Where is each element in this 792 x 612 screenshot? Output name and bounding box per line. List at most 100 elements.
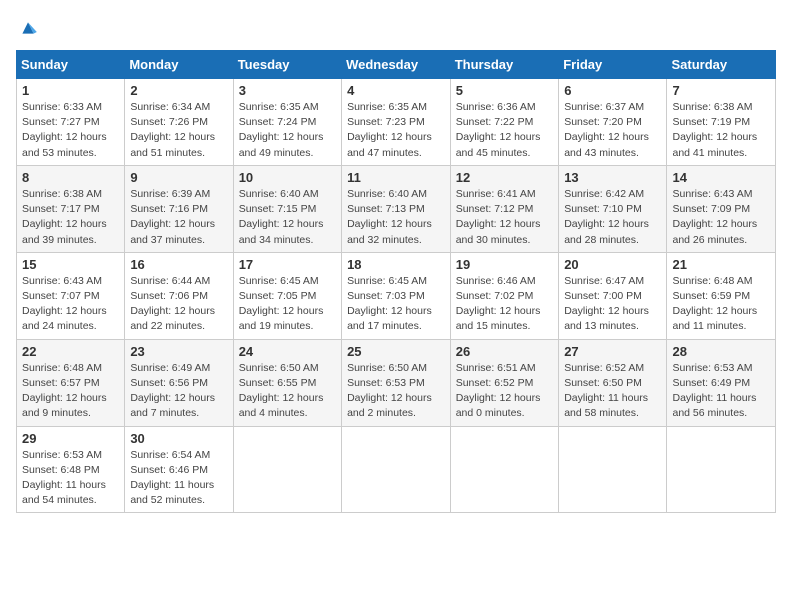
day-info: Sunrise: 6:50 AM Sunset: 6:55 PM Dayligh…	[239, 361, 336, 422]
calendar-day-header: Thursday	[450, 51, 558, 79]
day-info: Sunrise: 6:51 AM Sunset: 6:52 PM Dayligh…	[456, 361, 553, 422]
calendar-cell: 3 Sunrise: 6:35 AM Sunset: 7:24 PM Daylig…	[233, 79, 341, 166]
day-number: 12	[456, 170, 553, 185]
day-number: 29	[22, 431, 119, 446]
day-info: Sunrise: 6:35 AM Sunset: 7:23 PM Dayligh…	[347, 100, 445, 161]
calendar-cell	[342, 426, 451, 513]
calendar-cell: 12 Sunrise: 6:41 AM Sunset: 7:12 PM Dayli…	[450, 165, 558, 252]
calendar-day-header: Sunday	[17, 51, 125, 79]
day-number: 17	[239, 257, 336, 272]
day-number: 1	[22, 83, 119, 98]
day-number: 21	[672, 257, 770, 272]
day-number: 9	[130, 170, 227, 185]
day-number: 11	[347, 170, 445, 185]
calendar-header-row: SundayMondayTuesdayWednesdayThursdayFrid…	[17, 51, 776, 79]
calendar-week-row: 29 Sunrise: 6:53 AM Sunset: 6:48 PM Dayli…	[17, 426, 776, 513]
day-number: 6	[564, 83, 661, 98]
calendar-cell	[450, 426, 558, 513]
calendar-cell: 16 Sunrise: 6:44 AM Sunset: 7:06 PM Dayli…	[125, 252, 233, 339]
day-info: Sunrise: 6:54 AM Sunset: 6:46 PM Dayligh…	[130, 448, 227, 509]
day-info: Sunrise: 6:50 AM Sunset: 6:53 PM Dayligh…	[347, 361, 445, 422]
day-info: Sunrise: 6:53 AM Sunset: 6:49 PM Dayligh…	[672, 361, 770, 422]
calendar-week-row: 1 Sunrise: 6:33 AM Sunset: 7:27 PM Daylig…	[17, 79, 776, 166]
day-number: 26	[456, 344, 553, 359]
calendar-cell: 4Sunrise: 6:35 AM Sunset: 7:23 PM Daylig…	[342, 79, 451, 166]
day-number: 19	[456, 257, 553, 272]
day-number: 28	[672, 344, 770, 359]
day-info: Sunrise: 6:45 AM Sunset: 7:05 PM Dayligh…	[239, 274, 336, 335]
calendar-day-header: Monday	[125, 51, 233, 79]
day-info: Sunrise: 6:34 AM Sunset: 7:26 PM Dayligh…	[130, 100, 227, 161]
calendar-cell: 7 Sunrise: 6:38 AM Sunset: 7:19 PM Daylig…	[667, 79, 776, 166]
day-number: 14	[672, 170, 770, 185]
day-number: 24	[239, 344, 336, 359]
day-info: Sunrise: 6:42 AM Sunset: 7:10 PM Dayligh…	[564, 187, 661, 248]
calendar-day-header: Saturday	[667, 51, 776, 79]
day-info: Sunrise: 6:47 AM Sunset: 7:00 PM Dayligh…	[564, 274, 661, 335]
calendar-week-row: 22 Sunrise: 6:48 AM Sunset: 6:57 PM Dayli…	[17, 339, 776, 426]
day-number: 5	[456, 83, 553, 98]
calendar-day-header: Tuesday	[233, 51, 341, 79]
day-number: 10	[239, 170, 336, 185]
calendar-cell: 8Sunrise: 6:38 AM Sunset: 7:17 PM Daylig…	[17, 165, 125, 252]
calendar-day-header: Friday	[559, 51, 667, 79]
day-info: Sunrise: 6:48 AM Sunset: 6:59 PM Dayligh…	[672, 274, 770, 335]
day-info: Sunrise: 6:33 AM Sunset: 7:27 PM Dayligh…	[22, 100, 119, 161]
calendar-cell	[233, 426, 341, 513]
page-header	[16, 16, 776, 40]
calendar-cell: 23Sunrise: 6:49 AM Sunset: 6:56 PM Dayli…	[125, 339, 233, 426]
day-info: Sunrise: 6:43 AM Sunset: 7:09 PM Dayligh…	[672, 187, 770, 248]
day-info: Sunrise: 6:39 AM Sunset: 7:16 PM Dayligh…	[130, 187, 227, 248]
day-info: Sunrise: 6:38 AM Sunset: 7:19 PM Dayligh…	[672, 100, 770, 161]
day-number: 16	[130, 257, 227, 272]
calendar-cell: 22 Sunrise: 6:48 AM Sunset: 6:57 PM Dayli…	[17, 339, 125, 426]
calendar-cell: 27 Sunrise: 6:52 AM Sunset: 6:50 PM Dayli…	[559, 339, 667, 426]
day-number: 22	[22, 344, 119, 359]
calendar-cell: 6 Sunrise: 6:37 AM Sunset: 7:20 PM Daylig…	[559, 79, 667, 166]
day-info: Sunrise: 6:40 AM Sunset: 7:15 PM Dayligh…	[239, 187, 336, 248]
calendar-cell: 26 Sunrise: 6:51 AM Sunset: 6:52 PM Dayli…	[450, 339, 558, 426]
calendar-cell: 25 Sunrise: 6:50 AM Sunset: 6:53 PM Dayli…	[342, 339, 451, 426]
calendar-cell: 20 Sunrise: 6:47 AM Sunset: 7:00 PM Dayli…	[559, 252, 667, 339]
calendar-cell: 9 Sunrise: 6:39 AM Sunset: 7:16 PM Daylig…	[125, 165, 233, 252]
day-info: Sunrise: 6:37 AM Sunset: 7:20 PM Dayligh…	[564, 100, 661, 161]
day-number: 3	[239, 83, 336, 98]
day-info: Sunrise: 6:38 AM Sunset: 7:17 PM Dayligh…	[22, 187, 119, 248]
day-info: Sunrise: 6:44 AM Sunset: 7:06 PM Dayligh…	[130, 274, 227, 335]
day-info: Sunrise: 6:35 AM Sunset: 7:24 PM Dayligh…	[239, 100, 336, 161]
day-info: Sunrise: 6:46 AM Sunset: 7:02 PM Dayligh…	[456, 274, 553, 335]
calendar-cell: 30Sunrise: 6:54 AM Sunset: 6:46 PM Dayli…	[125, 426, 233, 513]
logo	[16, 16, 44, 40]
day-info: Sunrise: 6:41 AM Sunset: 7:12 PM Dayligh…	[456, 187, 553, 248]
day-info: Sunrise: 6:36 AM Sunset: 7:22 PM Dayligh…	[456, 100, 553, 161]
calendar-cell: 11Sunrise: 6:40 AM Sunset: 7:13 PM Dayli…	[342, 165, 451, 252]
calendar-cell: 29 Sunrise: 6:53 AM Sunset: 6:48 PM Dayli…	[17, 426, 125, 513]
day-info: Sunrise: 6:52 AM Sunset: 6:50 PM Dayligh…	[564, 361, 661, 422]
calendar-cell: 2 Sunrise: 6:34 AM Sunset: 7:26 PM Daylig…	[125, 79, 233, 166]
day-info: Sunrise: 6:53 AM Sunset: 6:48 PM Dayligh…	[22, 448, 119, 509]
logo-icon	[16, 16, 40, 40]
calendar-week-row: 8Sunrise: 6:38 AM Sunset: 7:17 PM Daylig…	[17, 165, 776, 252]
day-number: 20	[564, 257, 661, 272]
calendar-week-row: 15 Sunrise: 6:43 AM Sunset: 7:07 PM Dayli…	[17, 252, 776, 339]
calendar-cell: 13Sunrise: 6:42 AM Sunset: 7:10 PM Dayli…	[559, 165, 667, 252]
day-number: 2	[130, 83, 227, 98]
day-info: Sunrise: 6:45 AM Sunset: 7:03 PM Dayligh…	[347, 274, 445, 335]
calendar-cell: 10 Sunrise: 6:40 AM Sunset: 7:15 PM Dayli…	[233, 165, 341, 252]
calendar-cell: 28 Sunrise: 6:53 AM Sunset: 6:49 PM Dayli…	[667, 339, 776, 426]
day-number: 7	[672, 83, 770, 98]
day-info: Sunrise: 6:48 AM Sunset: 6:57 PM Dayligh…	[22, 361, 119, 422]
day-number: 27	[564, 344, 661, 359]
day-info: Sunrise: 6:49 AM Sunset: 6:56 PM Dayligh…	[130, 361, 227, 422]
day-number: 18	[347, 257, 445, 272]
calendar-cell: 19 Sunrise: 6:46 AM Sunset: 7:02 PM Dayli…	[450, 252, 558, 339]
day-number: 15	[22, 257, 119, 272]
calendar-cell: 17 Sunrise: 6:45 AM Sunset: 7:05 PM Dayli…	[233, 252, 341, 339]
day-number: 25	[347, 344, 445, 359]
day-info: Sunrise: 6:43 AM Sunset: 7:07 PM Dayligh…	[22, 274, 119, 335]
calendar-cell	[559, 426, 667, 513]
calendar-cell: 15 Sunrise: 6:43 AM Sunset: 7:07 PM Dayli…	[17, 252, 125, 339]
calendar-table: SundayMondayTuesdayWednesdayThursdayFrid…	[16, 50, 776, 513]
calendar-cell: 21 Sunrise: 6:48 AM Sunset: 6:59 PM Dayli…	[667, 252, 776, 339]
calendar-cell	[667, 426, 776, 513]
